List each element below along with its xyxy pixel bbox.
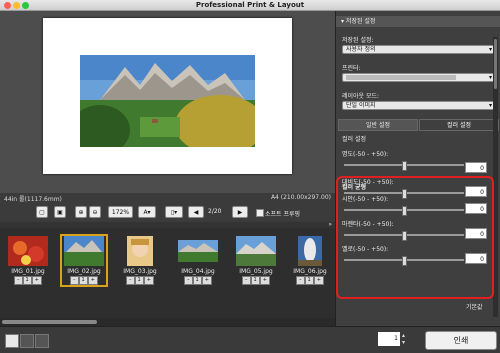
increment-button[interactable]: +: [87, 276, 98, 285]
soft-proof-checkbox[interactable]: [256, 209, 264, 217]
page-size-label: A4 (210.00x297.00): [270, 194, 331, 201]
zoom-out-icon[interactable]: ⊖: [89, 206, 101, 218]
thumbnail-name: IMG_01.jpg: [11, 268, 45, 275]
zoom-select[interactable]: 172%: [108, 206, 133, 218]
view-preview-icon[interactable]: [20, 334, 34, 348]
layout-mode-label: 레이아웃 모드:: [342, 93, 380, 100]
print-button[interactable]: 인쇄: [425, 331, 497, 350]
preview-photo: [80, 55, 255, 147]
decrement-button[interactable]: –: [70, 276, 79, 285]
soft-proof-label: 소프트 프루핑: [265, 211, 301, 218]
default-button[interactable]: 기본값: [466, 302, 483, 311]
decrement-button[interactable]: –: [242, 276, 251, 285]
increment-button[interactable]: +: [31, 276, 42, 285]
thumbnail-scrollbar[interactable]: [0, 318, 335, 326]
decrement-button[interactable]: –: [126, 276, 135, 285]
increment-button[interactable]: +: [313, 276, 324, 285]
color-balance-highlight: [336, 176, 494, 299]
tab-color-settings[interactable]: 컬러 설정: [419, 119, 499, 131]
brightness-slider[interactable]: [344, 161, 464, 171]
thumbnail-item[interactable]: IMG_05.jpg –1 +: [234, 236, 278, 285]
preview-toolbar: ▢ ▣ ⊕ ⊖ 172% A▾ ▯▾ ◀ 2/20 ▶ 소프트 프루핑: [0, 202, 335, 222]
brightness-label: 명도(-50 - +50):: [342, 151, 389, 158]
saved-settings-select[interactable]: 사용자 정의 ▾: [342, 45, 496, 54]
copies-input[interactable]: 1: [378, 332, 400, 346]
thumbnail-item[interactable]: IMG_03.jpg –1 +: [118, 236, 162, 285]
color-settings-header: 컬러 설정: [342, 136, 366, 143]
thumbnail-item-selected[interactable]: IMG_02.jpg –1 +: [60, 234, 108, 287]
thumbnail-item[interactable]: IMG_04.jpg –1 +: [176, 236, 220, 285]
copies-value: 1: [304, 276, 314, 285]
slider-knob[interactable]: [402, 161, 407, 171]
thumbnail-name: IMG_03.jpg: [123, 268, 157, 275]
tab-general-settings[interactable]: 일반 설정: [338, 119, 418, 131]
thumbnail-strip: IMG_01.jpg –1 + IMG_02.jpg –1 + IMG_03.jpg…: [0, 228, 335, 318]
copies-value: 1: [134, 276, 144, 285]
saved-settings-header[interactable]: ▾ 저장된 설정: [336, 16, 500, 27]
thumbnail-name: IMG_06.jpg: [293, 268, 327, 275]
title-bar: Professional Print & Layout: [0, 0, 500, 11]
thumbnail-name: IMG_02.jpg: [67, 268, 101, 275]
scrollbar-thumb[interactable]: [2, 320, 97, 324]
increment-button[interactable]: +: [259, 276, 270, 285]
panel-scrollbar-thumb[interactable]: [494, 39, 497, 89]
orientation-icon[interactable]: A▾: [138, 206, 156, 218]
copies-stepper[interactable]: ▴ ▾: [402, 332, 405, 346]
view-single-icon[interactable]: [5, 334, 19, 348]
thumbnail-image: [178, 240, 218, 262]
thumbnail-image: [64, 236, 104, 266]
decrement-button[interactable]: –: [184, 276, 193, 285]
collapse-icon[interactable]: »: [328, 221, 332, 228]
thumbnail-image: [236, 236, 276, 266]
window-title: Professional Print & Layout: [195, 1, 305, 9]
decrement-button[interactable]: –: [14, 276, 23, 285]
thumbnail-image: [298, 236, 322, 266]
printer-select[interactable]: ▾: [342, 73, 496, 82]
layout-mode-select[interactable]: 단일 이미지 ▾: [342, 101, 496, 110]
remove-page-icon[interactable]: ▣: [54, 206, 66, 218]
increment-button[interactable]: +: [201, 276, 212, 285]
view-thumbnail-icon[interactable]: [35, 334, 49, 348]
decrement-button[interactable]: –: [296, 276, 305, 285]
thumbnail-name: IMG_05.jpg: [239, 268, 273, 275]
copies-value: 1: [250, 276, 260, 285]
copies-value: 1: [78, 276, 88, 285]
increment-button[interactable]: +: [143, 276, 154, 285]
thumbnail-name: IMG_04.jpg: [181, 268, 215, 275]
copies-value: 1: [22, 276, 32, 285]
thumbnail-image: [8, 236, 48, 266]
add-page-icon[interactable]: ▢: [36, 206, 48, 218]
printer-label: 프린터:: [342, 65, 361, 72]
brightness-value[interactable]: 0: [465, 162, 487, 173]
bottom-bar: 1 ▴ ▾ 인쇄: [0, 326, 500, 353]
next-page-button[interactable]: ▶: [232, 206, 248, 218]
thumbnail-item[interactable]: IMG_01.jpg –1 +: [6, 236, 50, 285]
copies-value: 1: [192, 276, 202, 285]
thumbnail-item[interactable]: IMG_06.jpg –1 +: [288, 236, 332, 285]
thumbnail-image: [127, 236, 153, 266]
previous-page-button[interactable]: ◀: [188, 206, 204, 218]
page-indicator: 2/20: [208, 208, 222, 215]
layout-icon[interactable]: ▯▾: [165, 206, 183, 218]
zoom-in-icon[interactable]: ⊕: [75, 206, 87, 218]
preview-info-bar: 44in 롤(1117.6mm) A4 (210.00x297.00): [0, 193, 335, 203]
saved-settings-label: 저장된 설정:: [342, 37, 374, 44]
